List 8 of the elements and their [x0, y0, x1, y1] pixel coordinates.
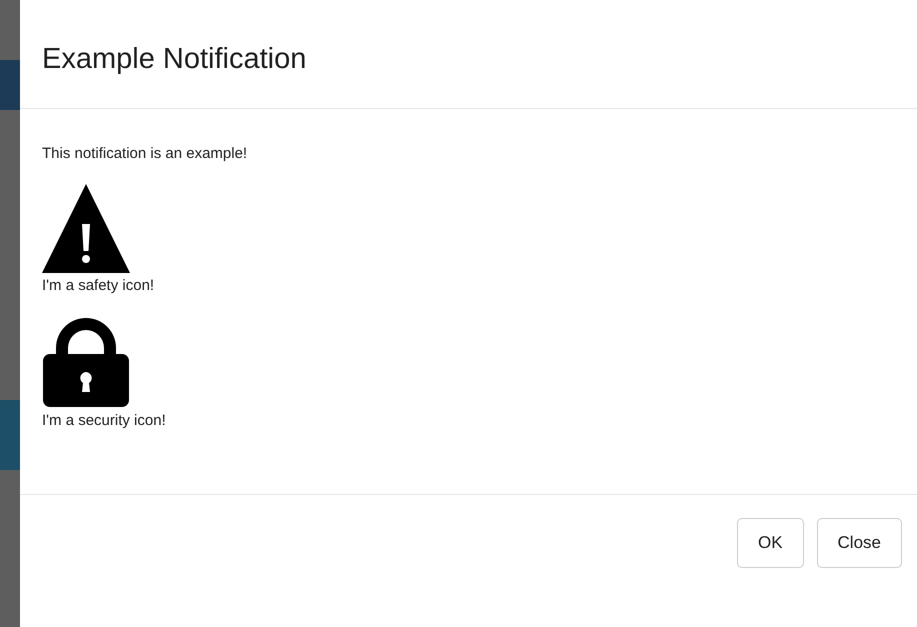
- lock-icon: [42, 318, 130, 408]
- message-text: This notification is an example!: [42, 145, 248, 162]
- dialog-button[interactable]: OK: [736, 518, 804, 568]
- warning-icon: [42, 184, 130, 273]
- icon-caption: I'm a safety icon!: [42, 277, 154, 294]
- dialog-title: Example Notification: [42, 42, 306, 76]
- icon-caption: I'm a security icon!: [42, 412, 166, 429]
- dialog-button[interactable]: Close: [816, 518, 902, 568]
